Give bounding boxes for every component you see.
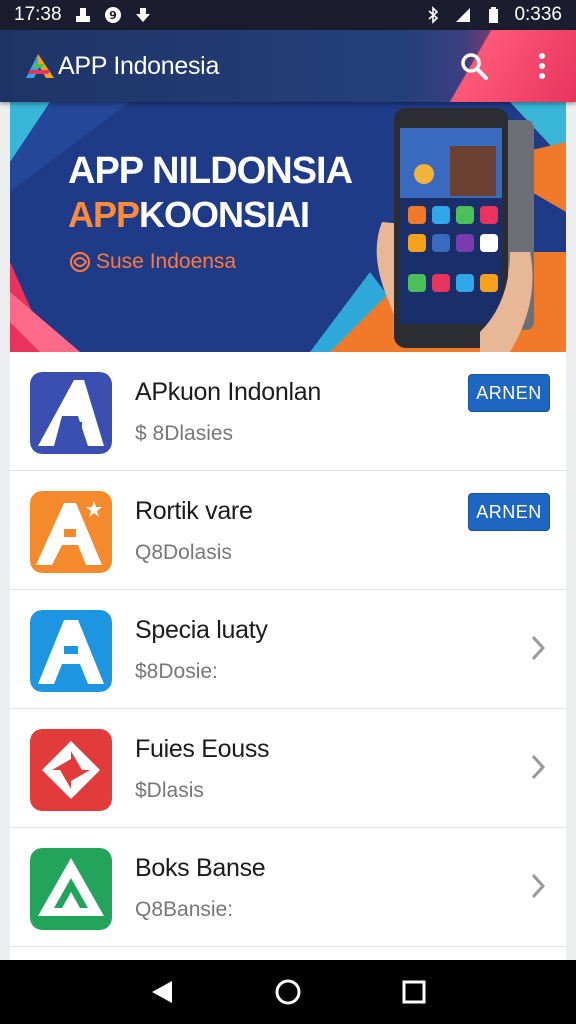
promo-banner[interactable]: APP NILDONSIA APPKOONSIAI Suse Indoensa bbox=[10, 102, 566, 352]
app-name: Boks Banse bbox=[135, 854, 266, 882]
app-actions bbox=[458, 30, 558, 102]
install-button[interactable]: ARNEN bbox=[468, 374, 550, 412]
list-item[interactable]: Rortik vare Q8Dolasis ARNEN bbox=[10, 471, 566, 590]
app-list: APkuon Indonlan $ 8Dlasies ARNEN Rortik … bbox=[10, 352, 566, 960]
notification-circle-icon: 9 bbox=[104, 7, 121, 23]
chevron-right-icon bbox=[531, 635, 546, 661]
app-name: Rortik vare bbox=[135, 497, 253, 525]
pinwheel-icon bbox=[30, 729, 112, 811]
search-button[interactable] bbox=[458, 50, 490, 82]
search-icon bbox=[461, 53, 488, 80]
app-name: Fuies Eouss bbox=[135, 735, 270, 763]
status-left: 17:38 9 bbox=[14, 4, 152, 26]
signal-icon bbox=[456, 8, 471, 22]
banner-title: APP NILDONSIA bbox=[68, 150, 353, 192]
battery-icon bbox=[489, 7, 499, 23]
app-bar: APP Indonesia bbox=[0, 30, 576, 102]
app-name: APkuon Indonlan bbox=[135, 378, 321, 406]
banner-subtitle-accent: APP bbox=[68, 194, 140, 235]
list-item[interactable]: Boks Banse Q8Bansie: bbox=[10, 828, 566, 947]
more-vert-icon bbox=[539, 53, 545, 79]
battery-time: 0:336 bbox=[514, 4, 562, 25]
chevron-right-icon bbox=[531, 754, 546, 780]
banner-tagline: Suse Indoensa bbox=[68, 250, 236, 274]
download-icon bbox=[135, 8, 150, 22]
status-bar: 17:38 9 0:336 bbox=[0, 0, 576, 30]
app-meta: $ 8Dlasies bbox=[135, 422, 234, 445]
chevron-right-icon bbox=[531, 873, 546, 899]
home-icon[interactable] bbox=[274, 978, 302, 1006]
banner-subtitle-rest: KOONSIAI bbox=[139, 194, 310, 235]
install-button[interactable]: ARNEN bbox=[468, 493, 550, 531]
letter-a-star-icon bbox=[30, 491, 112, 573]
list-item[interactable]: Fuies Eouss $Dlasis bbox=[10, 709, 566, 828]
app-meta: Q8Dolasis bbox=[135, 541, 232, 564]
app-name: Specia luaty bbox=[135, 616, 268, 644]
clock: 17:38 bbox=[14, 4, 62, 25]
bluetooth-icon bbox=[428, 6, 439, 24]
svg-text:9: 9 bbox=[109, 9, 117, 22]
letter-a-icon bbox=[30, 372, 112, 454]
app-meta: $Dlasis bbox=[135, 779, 204, 802]
banner-tagline-text: Suse Indoensa bbox=[96, 250, 237, 273]
terminal-icon bbox=[75, 8, 90, 22]
list-item[interactable]: APkuon Indonlan $ 8Dlasies ARNEN bbox=[10, 352, 566, 471]
letter-a-icon bbox=[30, 610, 112, 692]
app-meta: Q8Bansie: bbox=[135, 898, 234, 921]
swirl-icon bbox=[70, 252, 90, 272]
more-options-button[interactable] bbox=[526, 50, 558, 82]
app-meta: $8Dosie: bbox=[135, 660, 218, 683]
recycle-triangle-icon bbox=[30, 848, 112, 930]
recents-icon[interactable] bbox=[402, 980, 426, 1004]
app-title: APP Indonesia bbox=[58, 51, 220, 80]
status-right: 0:336 bbox=[424, 4, 562, 26]
back-icon[interactable] bbox=[150, 979, 174, 1005]
list-item[interactable]: Specia luaty $8Dosie: bbox=[10, 590, 566, 709]
app-logo-icon bbox=[26, 54, 54, 78]
banner-subtitle: APPKOONSIAI bbox=[68, 194, 310, 236]
navigation-bar bbox=[0, 960, 576, 1024]
